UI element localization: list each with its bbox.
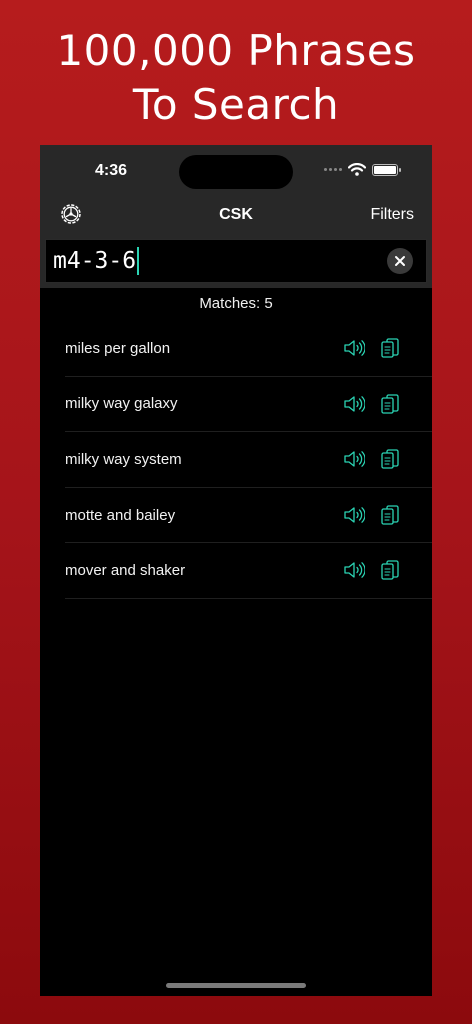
copy-icon[interactable]: [381, 393, 399, 416]
copy-icon[interactable]: [381, 338, 399, 360]
list-item[interactable]: motte and bailey: [65, 488, 432, 544]
top-bar: 4:36 CSK Filters m4-3-6: [40, 145, 432, 288]
battery-icon: [372, 163, 401, 176]
phrase-text: motte and bailey: [65, 506, 176, 524]
clear-x-icon: [395, 256, 405, 266]
phrase-text: mover and shaker: [65, 562, 186, 580]
phrase-text: milky way galaxy: [65, 395, 178, 413]
status-time: 4:36: [95, 162, 128, 179]
home-indicator[interactable]: [166, 983, 306, 988]
list-item[interactable]: milky way system: [65, 432, 432, 488]
phone-screen: 4:36 CSK Filters m4-3-6 Matches: 5 miles…: [40, 145, 432, 996]
dynamic-island: [179, 155, 293, 189]
clear-search-button[interactable]: [387, 248, 413, 274]
speaker-icon[interactable]: [343, 560, 365, 580]
list-item[interactable]: mover and shaker: [65, 543, 432, 599]
promo-headline: 100,000 Phrases To Search: [0, 24, 472, 132]
copy-icon[interactable]: [381, 449, 399, 471]
phrase-text: milky way system: [65, 450, 182, 468]
copy-icon[interactable]: [381, 560, 399, 582]
search-bar: m4-3-6: [45, 239, 427, 283]
matches-count: Matches: 5: [199, 295, 273, 312]
speaker-icon[interactable]: [343, 394, 365, 414]
text-caret: [137, 247, 140, 275]
search-input[interactable]: m4-3-6: [53, 244, 387, 278]
speaker-icon[interactable]: [343, 338, 365, 358]
results-list: miles per gallon milky way galaxy milky wa…: [40, 321, 432, 599]
promo-line-1: 100,000 Phrases: [56, 26, 416, 75]
phrase-text: miles per gallon: [65, 339, 171, 357]
search-input-value: m4-3-6: [53, 248, 137, 274]
filters-button[interactable]: Filters: [370, 206, 414, 224]
list-item[interactable]: miles per gallon: [65, 321, 432, 377]
copy-icon[interactable]: [381, 505, 399, 527]
wifi-icon: [348, 163, 366, 176]
list-item[interactable]: milky way galaxy: [65, 377, 432, 433]
speaker-icon[interactable]: [343, 449, 365, 469]
promo-line-2: To Search: [132, 80, 340, 129]
cellular-dots-icon: [324, 168, 342, 171]
status-icons: [324, 163, 401, 176]
speaker-icon[interactable]: [343, 505, 365, 525]
